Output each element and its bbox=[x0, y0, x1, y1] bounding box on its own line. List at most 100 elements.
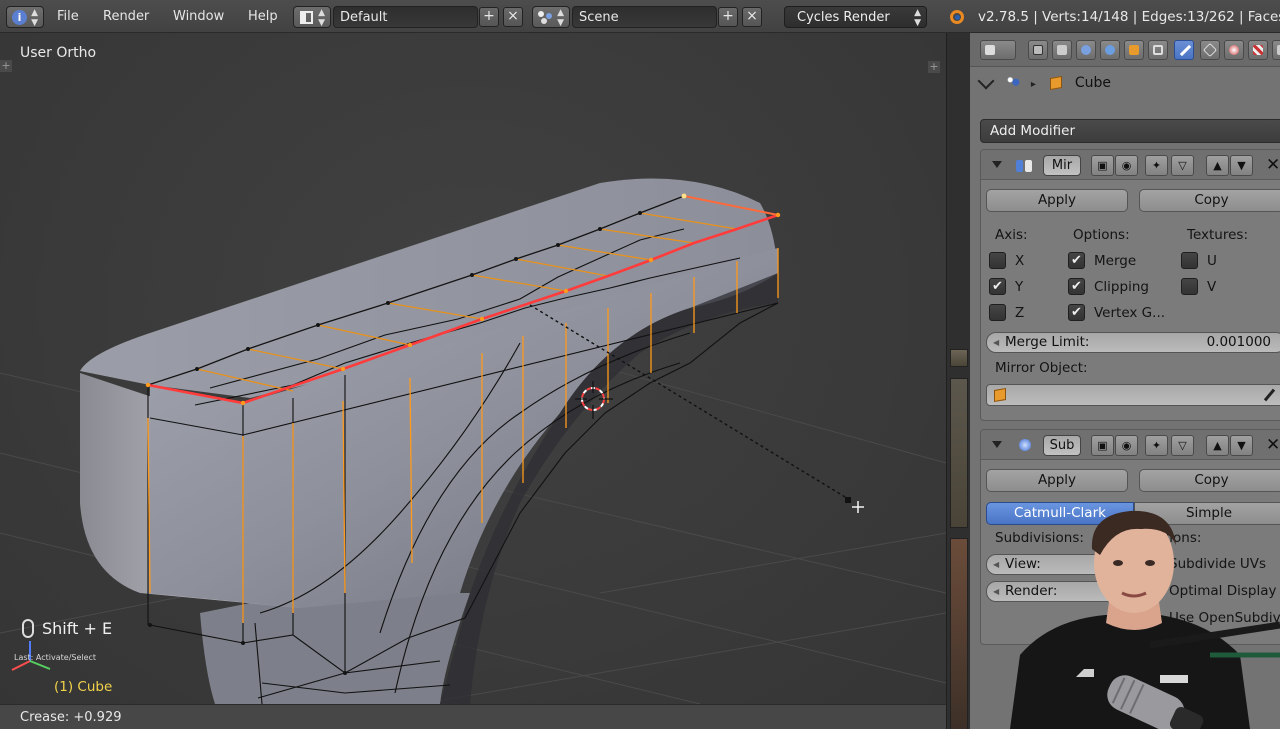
menu-file[interactable]: File bbox=[57, 6, 79, 28]
add-layout-button[interactable]: + bbox=[479, 7, 499, 27]
webcam-overlay-presenter bbox=[1010, 505, 1280, 729]
view-name-label: User Ortho bbox=[20, 45, 97, 61]
merge-limit-label: Merge Limit: bbox=[1005, 334, 1090, 350]
add-modifier-dropdown[interactable]: Add Modifier bbox=[980, 119, 1280, 143]
pin-icon[interactable] bbox=[977, 72, 995, 90]
hidden-region-preview bbox=[950, 538, 968, 729]
merge-limit-value: 0.001000 bbox=[1206, 334, 1271, 350]
editmode-toggle-icon[interactable]: ✦ bbox=[1145, 155, 1168, 176]
merge-label: Merge bbox=[1094, 253, 1137, 269]
merge-checkbox[interactable]: ✔ bbox=[1068, 252, 1085, 269]
subsurf-modifier-name-field[interactable]: Sub bbox=[1043, 435, 1081, 456]
tab-object-icon[interactable] bbox=[1124, 40, 1144, 60]
axis-z-checkbox[interactable] bbox=[989, 304, 1006, 321]
options-label: Options: bbox=[1073, 227, 1130, 243]
viewport-footer-bar: Crease: +0.929 bbox=[0, 704, 946, 729]
eyedropper-icon[interactable] bbox=[1263, 388, 1276, 402]
render-toggle-camera-icon[interactable]: ▣ bbox=[1091, 155, 1114, 176]
clipping-label: Clipping bbox=[1094, 279, 1149, 295]
mirror-object-field[interactable] bbox=[986, 384, 1280, 406]
axis-y-label: Y bbox=[1015, 279, 1024, 295]
3d-viewport[interactable]: + + User Ortho Shift + E Last: Activate/… bbox=[0, 33, 946, 704]
move-down-icon[interactable]: ▼ bbox=[1230, 155, 1253, 176]
decrement-arrow-icon[interactable]: ◀ bbox=[993, 555, 999, 574]
menu-help[interactable]: Help bbox=[248, 6, 278, 28]
move-up-icon[interactable]: ▲ bbox=[1206, 435, 1229, 456]
mesh-object-cube[interactable] bbox=[80, 178, 781, 705]
subsurf-apply-button[interactable]: Apply bbox=[986, 469, 1128, 492]
render-engine-dropdown[interactable]: Cycles Render ▲ ▼ bbox=[784, 6, 927, 28]
add-scene-button[interactable]: + bbox=[718, 7, 738, 27]
vertex-groups-checkbox[interactable]: ✔ bbox=[1068, 304, 1085, 321]
remove-modifier-close-icon[interactable]: ✕ bbox=[1266, 435, 1280, 455]
render-toggle-camera-icon[interactable]: ▣ bbox=[1091, 435, 1114, 456]
tab-render-layers-icon[interactable] bbox=[1052, 40, 1072, 60]
viewport-toggle-eye-icon[interactable]: ◉ bbox=[1115, 155, 1138, 176]
scene-stats: v2.78.5 | Verts:14/148 | Edges:13/262 | … bbox=[978, 9, 1280, 25]
decrement-arrow-icon[interactable]: ◀ bbox=[993, 333, 999, 352]
remove-layout-button[interactable]: × bbox=[503, 7, 523, 27]
editor-type-button[interactable] bbox=[980, 40, 1016, 60]
region-thumb-icon[interactable] bbox=[950, 349, 968, 367]
tab-data-icon[interactable] bbox=[1200, 40, 1220, 60]
screen-layout-field[interactable]: Default bbox=[333, 6, 478, 28]
move-up-icon[interactable]: ▲ bbox=[1206, 155, 1229, 176]
editmode-toggle-icon[interactable]: ✦ bbox=[1145, 435, 1168, 456]
top-header-bar: i ▲ ▼ File Render Window Help ▲ ▼ Default … bbox=[0, 0, 1280, 33]
tab-world-icon[interactable] bbox=[1100, 40, 1120, 60]
breadcrumb: ▸ Cube bbox=[977, 72, 1111, 95]
object-cube-icon bbox=[994, 387, 1006, 403]
mirror-copy-button[interactable]: Copy bbox=[1139, 189, 1280, 212]
menu-render[interactable]: Render bbox=[103, 6, 149, 28]
updown-arrows-icon: ▲ ▼ bbox=[31, 8, 38, 28]
tab-texture-icon[interactable] bbox=[1248, 40, 1268, 60]
layout-grid-icon bbox=[300, 11, 313, 24]
blender-logo-icon bbox=[948, 6, 968, 28]
key-hint-text: Shift + E bbox=[42, 619, 113, 638]
editor-type-button[interactable]: i ▲ ▼ bbox=[6, 6, 44, 28]
tab-scene-icon[interactable] bbox=[1076, 40, 1096, 60]
properties-tab-bar bbox=[970, 33, 1280, 67]
menu-window[interactable]: Window bbox=[173, 6, 224, 28]
updown-arrows-icon: ▲ ▼ bbox=[914, 8, 921, 28]
tab-constraints-icon[interactable] bbox=[1148, 40, 1168, 60]
viewport-canvas[interactable] bbox=[0, 33, 946, 704]
axis-x-checkbox[interactable] bbox=[989, 252, 1006, 269]
texture-v-checkbox[interactable] bbox=[1181, 278, 1198, 295]
viewport-corner-plus-icon[interactable]: + bbox=[928, 61, 940, 73]
axis-y-checkbox[interactable]: ✔ bbox=[989, 278, 1006, 295]
axis-label: Axis: bbox=[995, 227, 1028, 243]
cage-toggle-icon[interactable]: ▽ bbox=[1171, 155, 1194, 176]
texture-u-label: U bbox=[1207, 253, 1217, 269]
tab-render-icon[interactable] bbox=[1028, 40, 1048, 60]
mouse-icon bbox=[22, 619, 34, 638]
viewport-toggle-eye-icon[interactable]: ◉ bbox=[1115, 435, 1138, 456]
clipping-checkbox[interactable]: ✔ bbox=[1068, 278, 1085, 295]
mouse-cursor-icon bbox=[845, 497, 864, 513]
hidden-region-preview bbox=[950, 378, 968, 528]
move-down-icon[interactable]: ▼ bbox=[1230, 435, 1253, 456]
vertex-groups-label: Vertex G... bbox=[1094, 305, 1166, 321]
mirror-object-label: Mirror Object: bbox=[995, 360, 1088, 376]
subsurf-copy-button[interactable]: Copy bbox=[1139, 469, 1280, 492]
region-divider-strip[interactable] bbox=[946, 33, 970, 729]
scene-field[interactable]: Scene bbox=[572, 6, 717, 28]
texture-u-checkbox[interactable] bbox=[1181, 252, 1198, 269]
viewport-corner-plus-icon[interactable]: + bbox=[0, 60, 12, 72]
breadcrumb-object-name: Cube bbox=[1074, 75, 1111, 91]
tab-particles-icon[interactable] bbox=[1272, 40, 1280, 60]
mirror-modifier-name-field[interactable]: Mir bbox=[1043, 155, 1081, 176]
remove-scene-button[interactable]: × bbox=[742, 7, 762, 27]
texture-v-label: V bbox=[1207, 279, 1217, 295]
collapse-triangle-icon[interactable] bbox=[992, 441, 1002, 448]
tab-modifiers-wrench-icon[interactable] bbox=[1174, 40, 1194, 60]
collapse-triangle-icon[interactable] bbox=[992, 161, 1002, 168]
mirror-apply-button[interactable]: Apply bbox=[986, 189, 1128, 212]
tab-material-icon[interactable] bbox=[1224, 40, 1244, 60]
scene-icon-button[interactable]: ▲ ▼ bbox=[532, 6, 570, 28]
decrement-arrow-icon[interactable]: ◀ bbox=[993, 582, 999, 601]
merge-limit-slider[interactable]: ◀ Merge Limit: 0.001000 bbox=[986, 332, 1280, 353]
remove-modifier-close-icon[interactable]: ✕ bbox=[1266, 155, 1280, 175]
screen-layout-icon-button[interactable]: ▲ ▼ bbox=[293, 6, 331, 28]
cage-toggle-icon[interactable]: ▽ bbox=[1171, 435, 1194, 456]
